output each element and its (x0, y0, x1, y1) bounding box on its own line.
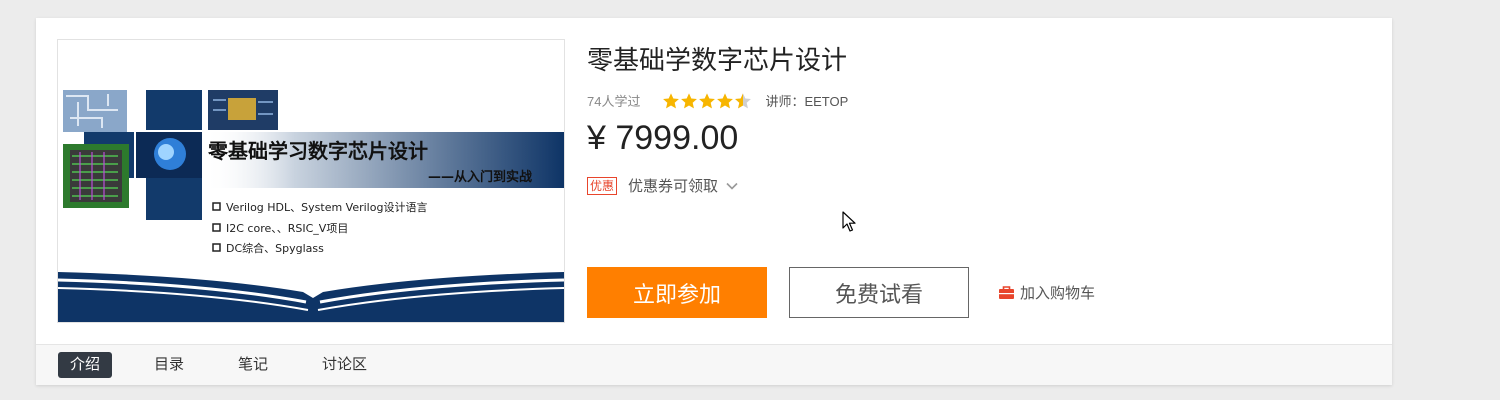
course-cover-image: 零基础学习数字芯片设计 ——从入门到实战 Verilog HDL、System … (58, 40, 564, 322)
mouse-cursor-icon (842, 211, 856, 232)
cover-subheading: ——从入门到实战 (428, 169, 532, 185)
course-info: 零基础学数字芯片设计 74人学过 讲师：EETOP ¥ 7999.00 优惠 优… (587, 18, 1392, 344)
learner-count: 74人学过 (587, 94, 641, 109)
add-to-cart-link[interactable]: 加入购物车 (998, 282, 1095, 303)
teacher-name: 讲师：EETOP (765, 94, 849, 109)
join-button[interactable]: 立即参加 (587, 267, 767, 318)
chevron-down-icon (726, 182, 738, 190)
star-icon (699, 92, 716, 108)
coupon-label: 优惠券可领取 (628, 178, 719, 195)
deco-square-3 (146, 178, 202, 220)
deco-square-1 (146, 90, 202, 130)
course-meta: 74人学过 讲师：EETOP (587, 91, 848, 110)
course-title[interactable]: 零基础学数字芯片设计 (587, 40, 847, 77)
tab-discussion[interactable]: 讨论区 (310, 352, 379, 378)
course-thumbnail[interactable]: 零基础学习数字芯片设计 ——从入门到实战 Verilog HDL、System … (57, 39, 565, 323)
rating-stars (662, 92, 752, 110)
coupon-dropdown[interactable]: 优惠 优惠券可领取 (587, 175, 738, 196)
coupon-badge: 优惠 (587, 176, 618, 195)
cover-bullet-3: DC综合、Spyglass (226, 241, 324, 255)
tab-notes[interactable]: 笔记 (226, 352, 280, 378)
add-to-cart-label: 加入购物车 (1020, 285, 1096, 302)
half-star-icon (735, 92, 752, 108)
cover-bullet-2: I2C core、、RSIC_V项目 (226, 222, 348, 235)
free-trial-button[interactable]: 免费试看 (789, 267, 969, 318)
cart-icon (999, 286, 1014, 299)
star-icon (717, 92, 734, 108)
tab-intro[interactable]: 介绍 (58, 352, 113, 378)
course-tabs: 介绍 目录 笔记 讨论区 (36, 344, 1392, 385)
star-icon (681, 92, 698, 108)
cover-heading: 零基础学习数字芯片设计 (207, 139, 428, 163)
tab-catalog[interactable]: 目录 (142, 352, 196, 378)
course-card: 零基础学习数字芯片设计 ——从入门到实战 Verilog HDL、System … (36, 18, 1392, 385)
cover-bullet-1: Verilog HDL、System Verilog设计语言 (226, 201, 427, 214)
course-price: ¥ 7999.00 (587, 119, 739, 157)
star-icon (663, 92, 680, 108)
